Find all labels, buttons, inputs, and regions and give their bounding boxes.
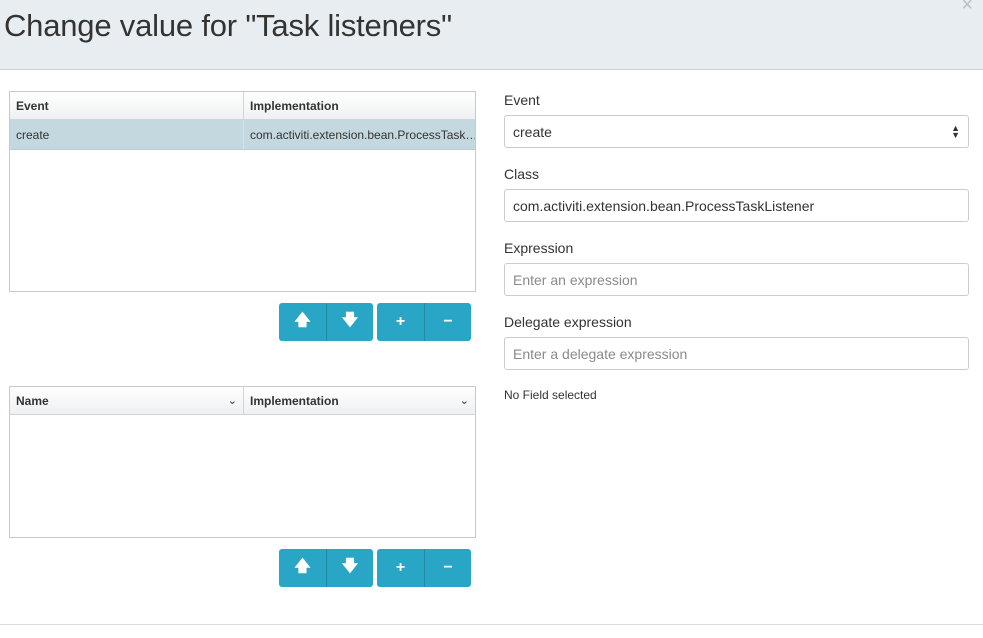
- column-header-name[interactable]: Name ⌄: [10, 387, 243, 414]
- minus-icon: −: [443, 559, 453, 576]
- arrow-down-icon: 🡇: [341, 311, 359, 329]
- dialog-title: Change value for "Task listeners": [4, 8, 452, 43]
- footer-divider: [0, 624, 983, 625]
- field-move-down-button[interactable]: 🡇: [326, 549, 373, 587]
- delegate-expression-label: Delegate expression: [504, 314, 632, 330]
- select-arrows-icon: ▲ ▼: [951, 122, 960, 140]
- close-icon[interactable]: ×: [961, 0, 973, 17]
- column-header-field-implementation[interactable]: Implementation ⌄: [243, 387, 475, 414]
- arrow-up-icon: 🡅: [294, 311, 311, 329]
- fields-move-buttons: 🡅 🡇: [279, 549, 373, 587]
- column-header-implementation[interactable]: Implementation: [243, 92, 475, 119]
- event-select-value: create: [513, 123, 552, 140]
- delegate-expression-input[interactable]: Enter a delegate expression: [504, 337, 969, 370]
- arrow-up-icon: 🡅: [294, 557, 311, 575]
- move-down-button[interactable]: 🡇: [326, 303, 373, 341]
- event-label: Event: [504, 92, 540, 108]
- expression-label: Expression: [504, 240, 574, 256]
- fields-button-group: 🡅 🡇 + −: [279, 549, 471, 587]
- listeners-move-buttons: 🡅 🡇: [279, 303, 373, 341]
- field-move-up-button[interactable]: 🡅: [279, 549, 326, 587]
- listeners-button-group: 🡅 🡇 + −: [279, 303, 471, 341]
- fields-grid: Name ⌄ Implementation ⌄: [9, 386, 476, 538]
- add-field-button[interactable]: +: [377, 549, 424, 587]
- chevron-down-icon[interactable]: ⌄: [460, 394, 469, 407]
- cell-event: create: [16, 127, 50, 142]
- table-row[interactable]: create com.activiti.extension.bean.Proce…: [10, 120, 475, 150]
- event-select[interactable]: create ▲ ▼: [504, 115, 969, 148]
- remove-field-button[interactable]: −: [424, 549, 471, 587]
- cell-implementation: com.activiti.extension.bean.ProcessTask…: [243, 120, 475, 149]
- arrow-down-icon: 🡇: [341, 557, 359, 575]
- listeners-grid-header: Event Implementation: [10, 92, 475, 120]
- remove-listener-button[interactable]: −: [424, 303, 471, 341]
- add-listener-button[interactable]: +: [377, 303, 424, 341]
- column-header-event[interactable]: Event: [10, 92, 243, 119]
- move-up-button[interactable]: 🡅: [279, 303, 326, 341]
- dialog-header: Change value for "Task listeners" ×: [0, 0, 983, 70]
- minus-icon: −: [443, 313, 453, 330]
- fields-edit-buttons: + −: [377, 549, 471, 587]
- class-label: Class: [504, 166, 540, 182]
- expression-input[interactable]: Enter an expression: [504, 263, 969, 296]
- class-input[interactable]: com.activiti.extension.bean.ProcessTaskL…: [504, 189, 969, 222]
- no-field-selected-text: No Field selected: [504, 388, 597, 402]
- chevron-down-icon[interactable]: ⌄: [228, 394, 237, 407]
- fields-grid-header: Name ⌄ Implementation ⌄: [10, 387, 475, 415]
- listeners-grid: Event Implementation create com.activiti…: [9, 91, 476, 292]
- listeners-edit-buttons: + −: [377, 303, 471, 341]
- plus-icon: +: [395, 559, 406, 576]
- plus-icon: +: [395, 313, 406, 330]
